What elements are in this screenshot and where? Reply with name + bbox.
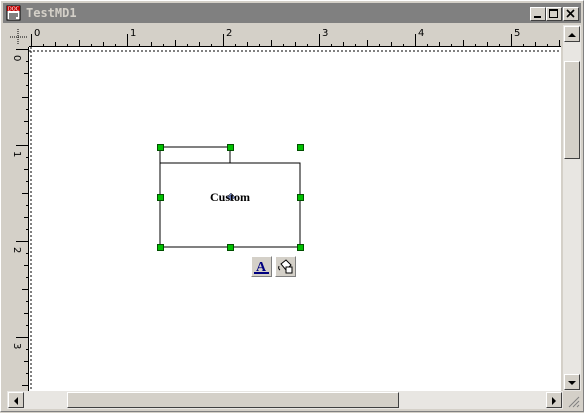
horizontal-ruler-ticks: 0 1 2 3 4 5 (29, 28, 561, 47)
maximize-icon (549, 9, 558, 18)
scroll-down-button[interactable] (564, 374, 580, 390)
arrow-up-icon (568, 33, 576, 37)
ruler-label: 3 (11, 343, 22, 349)
canvas-drawing (29, 47, 561, 391)
shape-label[interactable]: Custom (210, 190, 250, 205)
ruler-label: 4 (418, 28, 424, 39)
svg-text:DOC: DOC (8, 7, 20, 13)
ruler-label: 0 (34, 28, 40, 39)
selection-handle[interactable] (227, 244, 234, 251)
horizontal-ruler[interactable]: 0 1 2 3 4 5 (29, 25, 561, 47)
close-button[interactable] (563, 7, 579, 21)
ruler-label: 2 (11, 247, 22, 253)
horizontal-scroll-thumb[interactable] (67, 392, 399, 408)
ruler-label: 1 (11, 151, 22, 157)
document-window: DOC TestMD1 0 1 2 3 4 5 0 1 2 3 Custom A (0, 0, 584, 412)
drawing-canvas[interactable]: Custom A (29, 47, 561, 391)
arrow-right-icon (552, 397, 556, 405)
fill-bucket-icon (278, 259, 293, 274)
selection-handle[interactable] (297, 194, 304, 201)
arrow-left-icon (14, 397, 18, 405)
ruler-label: 3 (322, 28, 328, 39)
text-format-icon: A (254, 260, 269, 275)
doc-file-icon[interactable]: DOC (6, 5, 21, 21)
selection-handle[interactable] (297, 144, 304, 151)
horizontal-scrollbar[interactable] (7, 391, 563, 409)
selection-handle[interactable] (157, 144, 164, 151)
close-icon (566, 9, 575, 18)
selection-handle[interactable] (297, 244, 304, 251)
resize-grip-icon (568, 396, 580, 408)
fill-style-button[interactable] (275, 256, 296, 277)
arrow-down-icon (568, 381, 576, 385)
ruler-label: 0 (11, 55, 22, 61)
selection-handle[interactable] (227, 144, 234, 151)
vertical-scroll-thumb[interactable] (564, 61, 580, 159)
selection-handle[interactable] (157, 244, 164, 251)
ruler-origin-icon (10, 29, 27, 45)
scroll-up-button[interactable] (564, 26, 580, 42)
minimize-icon (534, 16, 541, 18)
ruler-label: 1 (130, 28, 136, 39)
ruler-label: 2 (226, 28, 232, 39)
minimize-button[interactable] (530, 7, 546, 21)
selection-handle[interactable] (157, 194, 164, 201)
vertical-scrollbar[interactable] (563, 25, 581, 391)
vertical-ruler-ticks: 0 1 2 3 (11, 47, 29, 391)
maximize-button[interactable] (546, 7, 562, 21)
ruler-origin-box[interactable] (7, 27, 29, 47)
text-format-button[interactable]: A (251, 256, 272, 277)
ruler-label: 5 (514, 28, 520, 39)
scroll-left-button[interactable] (8, 392, 24, 408)
window-title: TestMD1 (26, 6, 77, 20)
vertical-ruler[interactable]: 0 1 2 3 (7, 47, 29, 391)
title-bar[interactable]: DOC TestMD1 (3, 3, 581, 23)
scroll-right-button[interactable] (546, 392, 562, 408)
size-grip[interactable] (563, 391, 581, 409)
